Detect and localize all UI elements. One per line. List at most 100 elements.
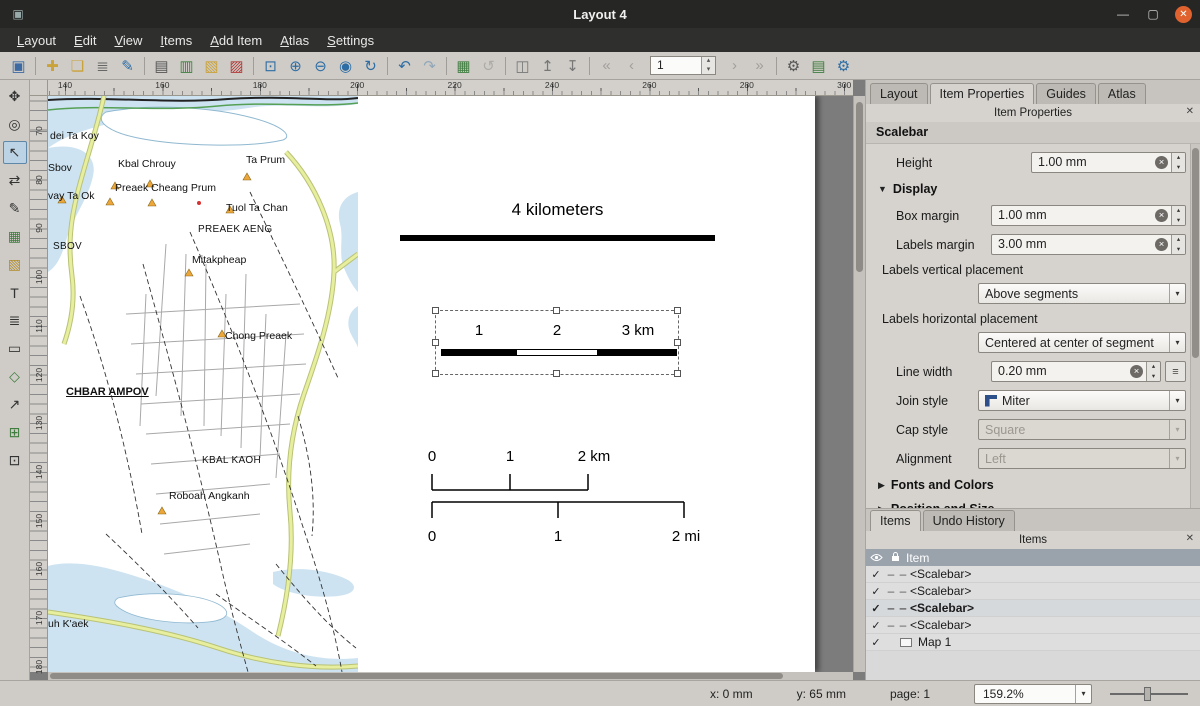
add-arrow-tool-button[interactable]: ↗: [3, 393, 27, 416]
zoom-combobox[interactable]: 159.2% ▾: [974, 684, 1092, 704]
atlas-first-button[interactable]: «: [594, 54, 619, 77]
export-svg-button[interactable]: ▧: [199, 54, 224, 77]
export-pdf-button[interactable]: ▨: [224, 54, 249, 77]
map-item[interactable]: dei Ta KoySbovKbal ChrouyTa PrumPreaek C…: [48, 96, 358, 672]
atlas-export-button[interactable]: ▤: [806, 54, 831, 77]
atlas-refresh-button[interactable]: ↺: [476, 54, 501, 77]
labels-vertical-placement-combo-dropdown[interactable]: Above segments▾: [978, 283, 1186, 304]
redo-button[interactable]: ↷: [417, 54, 442, 77]
item-row[interactable]: ✓Map 1: [866, 634, 1200, 651]
move-item-content-tool-button[interactable]: ⇄: [3, 169, 27, 192]
item-row[interactable]: ✓‒‒<Scalebar>: [866, 600, 1200, 617]
visibility-checkbox[interactable]: ✓: [866, 602, 886, 615]
labels-margin-spin-arrows[interactable]: ▴▾: [1171, 235, 1185, 254]
scalebar-item-mi[interactable]: 012 mi: [428, 500, 698, 558]
selection-handle[interactable]: [674, 339, 681, 346]
duplicate-layout-button[interactable]: ❏: [65, 54, 90, 77]
display-section-header[interactable]: ▼Display: [866, 177, 1200, 201]
add-shape-tool-button[interactable]: ◇: [3, 365, 27, 388]
pan-tool-button[interactable]: ✥: [3, 85, 27, 108]
zoom-slider-handle[interactable]: [1144, 687, 1151, 701]
spinbox-arrows[interactable]: ▴▾: [701, 57, 715, 74]
group-items-button[interactable]: ◫: [510, 54, 535, 77]
height-spinbox[interactable]: 1.00 mm×▴▾: [1031, 152, 1186, 173]
zoom-slider[interactable]: [1110, 684, 1188, 704]
atlas-last-button[interactable]: »: [747, 54, 772, 77]
new-layout-button[interactable]: ✚: [40, 54, 65, 77]
spin-down-icon[interactable]: ▾: [702, 66, 715, 75]
select-move-item-tool-button[interactable]: ↖: [3, 141, 27, 164]
selection-handle[interactable]: [674, 370, 681, 377]
add-table-tool-button[interactable]: ⊞: [3, 421, 27, 444]
lock-cell[interactable]: ‒: [886, 601, 896, 615]
menu-item-layout[interactable]: Layout: [8, 30, 65, 51]
close-button[interactable]: ✕: [1175, 6, 1192, 23]
height-spin-up-icon[interactable]: ▴: [1172, 153, 1185, 163]
tab-guides[interactable]: Guides: [1036, 83, 1096, 104]
page-number-spinbox[interactable]: 1▴▾: [650, 56, 716, 75]
layout-manager-button[interactable]: ≣: [90, 54, 115, 77]
atlas-settings-button[interactable]: ⚙: [781, 54, 806, 77]
atlas-prev-button[interactable]: ‹: [619, 54, 644, 77]
box-margin-spinbox[interactable]: 1.00 mm×▴▾: [991, 205, 1186, 226]
labels-margin-spin-down-icon[interactable]: ▾: [1172, 245, 1185, 255]
selection-handle[interactable]: [432, 339, 439, 346]
edit-nodes-tool-button[interactable]: ✎: [3, 197, 27, 220]
export-image-button[interactable]: ▥: [174, 54, 199, 77]
scrollbar-thumb[interactable]: [50, 673, 783, 679]
line-width-spin-down-icon[interactable]: ▾: [1147, 372, 1160, 382]
box-margin-spin-arrows[interactable]: ▴▾: [1171, 206, 1185, 225]
selection-handle[interactable]: [674, 307, 681, 314]
scalebar-item-selected[interactable]: 123 km: [435, 310, 679, 375]
atlas-preview-button[interactable]: ▦: [451, 54, 476, 77]
selection-handle[interactable]: [553, 307, 560, 314]
lock-cell[interactable]: ‒: [886, 618, 896, 632]
add-map-tool-button[interactable]: ▦: [3, 225, 27, 248]
add-picture-tool-button[interactable]: ▧: [3, 253, 27, 276]
position-and-size-section-header[interactable]: ▶Position and Size: [866, 497, 1200, 508]
height-spin-arrows[interactable]: ▴▾: [1171, 153, 1185, 172]
menu-item-edit[interactable]: Edit: [65, 30, 105, 51]
items-close-icon[interactable]: ✕: [1186, 533, 1194, 544]
add-scalebar-tool-button[interactable]: ▭: [3, 337, 27, 360]
add-legend-tool-button[interactable]: ≣: [3, 309, 27, 332]
visibility-checkbox[interactable]: ✓: [866, 636, 886, 649]
zoom-out-button[interactable]: ⊖: [308, 54, 333, 77]
height-spin-down-icon[interactable]: ▾: [1172, 163, 1185, 173]
tab-items[interactable]: Items: [870, 510, 921, 531]
labels-margin-clear-icon[interactable]: ×: [1155, 238, 1168, 251]
refresh-view-button[interactable]: ↻: [358, 54, 383, 77]
save-project-button[interactable]: ▣: [6, 54, 31, 77]
line-width-spinbox[interactable]: 0.20 mm×▴▾: [991, 361, 1161, 382]
layout-options-button[interactable]: ⚙: [831, 54, 856, 77]
selection-handle[interactable]: [432, 370, 439, 377]
item-row[interactable]: ✓‒‒<Scalebar>: [866, 566, 1200, 583]
lower-items-button[interactable]: ↧: [560, 54, 585, 77]
lock-cell[interactable]: ‒: [886, 567, 896, 581]
zoom-full-button[interactable]: ⊡: [258, 54, 283, 77]
selection-handle[interactable]: [432, 307, 439, 314]
print-button[interactable]: ▤: [149, 54, 174, 77]
visibility-checkbox[interactable]: ✓: [866, 619, 886, 632]
canvas-horizontal-scrollbar[interactable]: [48, 672, 853, 680]
properties-scrollbar[interactable]: [1190, 144, 1200, 508]
box-margin-spin-down-icon[interactable]: ▾: [1172, 216, 1185, 226]
maximize-button[interactable]: ▢: [1145, 7, 1161, 21]
menu-item-settings[interactable]: Settings: [318, 30, 383, 51]
zoom-actual-button[interactable]: ◉: [333, 54, 358, 77]
menu-item-add-item[interactable]: Add Item: [201, 30, 271, 51]
item-row[interactable]: ✓‒‒<Scalebar>: [866, 617, 1200, 634]
tab-item-properties[interactable]: Item Properties: [930, 83, 1035, 104]
canvas-vertical-scrollbar[interactable]: [853, 96, 865, 672]
add-html-tool-button[interactable]: ⊡: [3, 449, 27, 472]
panel-close-icon[interactable]: ✕: [1186, 106, 1194, 117]
data-defined-override-button[interactable]: ≡: [1165, 361, 1186, 382]
tab-undo-history[interactable]: Undo History: [923, 510, 1015, 531]
zoom-tool-button[interactable]: ◎: [3, 113, 27, 136]
zoom-in-button[interactable]: ⊕: [283, 54, 308, 77]
layout-viewport[interactable]: dei Ta KoySbovKbal ChrouyTa PrumPreaek C…: [48, 96, 853, 672]
scalebar-item-km[interactable]: 012 km: [428, 448, 698, 496]
scrollbar-thumb[interactable]: [1192, 148, 1199, 358]
line-width-clear-icon[interactable]: ×: [1130, 365, 1143, 378]
join-style-dropdown[interactable]: Miter▾: [978, 390, 1186, 411]
